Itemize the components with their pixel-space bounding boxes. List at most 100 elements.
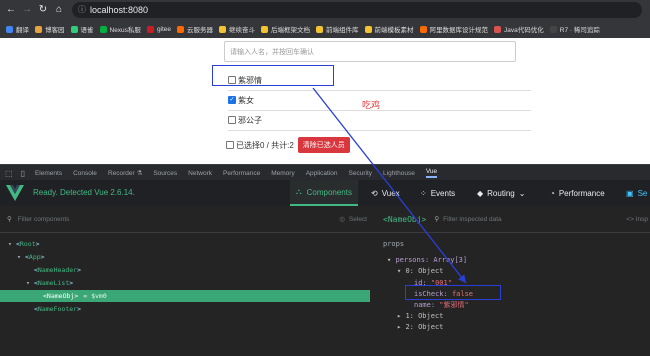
- bookmark-label: 后端框架文档: [271, 27, 311, 34]
- inspect-element-icon[interactable]: ⬚: [5, 169, 13, 178]
- bookmark-item[interactable]: 语雀: [70, 24, 94, 34]
- bookmark-item[interactable]: 前端组件库: [316, 24, 359, 34]
- person-item[interactable]: 邪公子: [228, 110, 531, 131]
- toggle-closed-icon: ▸: [397, 312, 402, 320]
- devtools-tab[interactable]: Network: [188, 170, 212, 177]
- bookmark-label: Java代码优化: [504, 27, 544, 34]
- bookmark-item[interactable]: 云服务器: [177, 24, 213, 34]
- inspector-filter[interactable]: <NameObj> ⚲ Filter inspected data <> Ins…: [377, 206, 650, 233]
- component-tree-item[interactable]: ▾ <Root>: [0, 238, 40, 250]
- highlight-box-ischeck: [405, 285, 501, 300]
- select-all-checkbox[interactable]: [226, 141, 234, 149]
- address-bar[interactable]: ⓘ localhost:8080: [72, 2, 642, 18]
- devtools-tab[interactable]: Recorder ⚗: [108, 169, 142, 177]
- tag-close-bracket: >: [77, 305, 81, 313]
- components-icon: ⛬: [296, 187, 302, 196]
- prop-object-2[interactable]: ▸ 2: Object: [397, 321, 443, 333]
- footer-summary: 已选择0 / 共计:2: [236, 140, 294, 150]
- devtools-tab[interactable]: Lighthouse: [383, 170, 415, 177]
- vue-logo-icon: [6, 185, 24, 201]
- highlight-box-item: [212, 65, 334, 86]
- events-icon: ⁘: [420, 188, 427, 198]
- components-filter-placeholder: Filter components: [17, 215, 70, 223]
- component-tree-item[interactable]: <NameObj> = $vm0: [0, 290, 370, 302]
- prop-object-0[interactable]: ▾ 0: Object: [397, 265, 443, 277]
- bookmark-item[interactable]: Nexus私服: [99, 24, 141, 34]
- bookmark-item[interactable]: Java代码优化: [494, 24, 544, 34]
- name-input[interactable]: 请输入人名，并按回车确认: [224, 41, 516, 62]
- devtools-tab[interactable]: Vue: [425, 168, 438, 178]
- devtools-tab[interactable]: Application: [306, 170, 338, 177]
- devtools-tab[interactable]: Console: [73, 170, 97, 177]
- bookmark-label: 阿里数据库设计规范: [429, 27, 489, 34]
- bookmark-label: 博客园: [45, 27, 65, 34]
- devtools-tab[interactable]: Performance: [223, 170, 260, 177]
- nav-performance[interactable]: ◔ Performance: [550, 180, 605, 206]
- devtools-tabbar: ⬚ ▯ Elements Console Recorder ⚗ Sources Netw…: [0, 164, 650, 181]
- person-name: 邪公子: [238, 115, 262, 125]
- target-icon: ◎: [339, 216, 345, 223]
- bookmark-icon: [261, 25, 269, 33]
- component-tree-item[interactable]: ▾ <App>: [0, 251, 45, 263]
- bookmark-label: 前端模板素材: [374, 27, 414, 34]
- inspect-dom-button[interactable]: <> Insp: [626, 216, 648, 223]
- nav-events[interactable]: ⁘ Events: [420, 180, 455, 206]
- toggle-open-icon[interactable]: ▾: [17, 251, 25, 263]
- bookmark-item[interactable]: R7 · 稀司追踪: [549, 24, 600, 34]
- devtools-tab[interactable]: Sources: [153, 170, 177, 177]
- bookmark-label: 前端组件库: [326, 27, 359, 34]
- devtools-tab[interactable]: Elements: [35, 170, 62, 177]
- nav-settings[interactable]: ▣ Se: [626, 180, 647, 206]
- browser-toolbar: ← → ↻ ⌂ ⓘ localhost:8080: [0, 0, 650, 20]
- component-name: App: [28, 253, 41, 261]
- chevron-down-icon: ⌄: [518, 188, 526, 198]
- component-name: NameFooter: [37, 305, 78, 313]
- nav-components[interactable]: ⛬ Components: [290, 180, 358, 206]
- bookmark-item[interactable]: 阿里数据库设计规范: [419, 24, 489, 34]
- bookmark-item[interactable]: gitee: [146, 25, 171, 33]
- nav-vuex[interactable]: ⟲ Vuex: [371, 180, 400, 206]
- toggle-open-icon[interactable]: ▾: [8, 238, 16, 250]
- footer: 已选择0 / 共计:2 清除已选人员: [226, 137, 350, 153]
- component-tree-item[interactable]: ▾ <NameList>: [0, 277, 73, 289]
- bookmark-label: 继续奋斗: [229, 27, 256, 34]
- select-component-button[interactable]: ◎ Select: [339, 215, 367, 224]
- devtools-tab[interactable]: Memory: [271, 170, 294, 177]
- tag-close-bracket: >: [77, 266, 81, 274]
- nav-routing[interactable]: ◆ Routing ⌄: [477, 180, 525, 206]
- bookmark-item[interactable]: 后端框架文档: [261, 24, 310, 34]
- device-toolbar-icon[interactable]: ▯: [21, 169, 25, 178]
- component-tree-item[interactable]: <NameFooter>: [0, 303, 81, 315]
- component-name: NameHeader: [37, 266, 78, 274]
- bookmark-label: R7 · 稀司追踪: [559, 27, 600, 34]
- components-filter[interactable]: ⚲ Filter components ◎ Select: [0, 206, 377, 233]
- settings-icon: ▣: [626, 188, 634, 198]
- back-icon[interactable]: ←: [4, 3, 18, 17]
- component-tree-item[interactable]: <NameHeader>: [0, 264, 81, 276]
- history-icon: ⟲: [371, 188, 378, 198]
- vue-devtools-header: Ready. Detected Vue 2.6.14. ⛬ Components…: [0, 180, 650, 207]
- annotation-text: 吃鸡: [362, 100, 381, 110]
- bookmark-item[interactable]: 前端模板素材: [364, 24, 414, 34]
- selected-component-name: <NameObj>: [383, 214, 427, 224]
- vue-status: Ready. Detected Vue 2.6.14.: [33, 188, 135, 197]
- home-icon[interactable]: ⌂: [52, 3, 66, 17]
- forward-icon[interactable]: →: [20, 3, 34, 17]
- toggle-open-icon[interactable]: ▾: [26, 277, 34, 289]
- web-page: 请输入人名，并按回车确认 紫邪情 ✓ 紫女 邪公子 吃鸡 已选择0 / 共计:2…: [0, 38, 650, 164]
- bookmark-icon: [219, 25, 227, 33]
- components-panel: ⚲ Filter components ◎ Select ▾ <Root> ▾ <Ap…: [0, 206, 378, 356]
- bookmark-item[interactable]: 翻译: [6, 24, 29, 34]
- reload-icon[interactable]: ↻: [36, 3, 50, 17]
- clear-selected-button[interactable]: 清除已选人员: [297, 137, 350, 153]
- devtools-tab[interactable]: Security: [349, 170, 372, 177]
- bookmark-label: 云服务器: [187, 27, 214, 34]
- bookmark-item[interactable]: 博客园: [35, 24, 65, 34]
- search-icon: ⚲: [434, 216, 440, 223]
- person-checkbox[interactable]: ✓: [228, 96, 236, 104]
- tag-close-bracket: >: [40, 253, 45, 261]
- bookmark-icon: [549, 25, 557, 33]
- bookmark-item[interactable]: 继续奋斗: [219, 24, 255, 34]
- name-input-placeholder: 请输入人名，并按回车确认: [230, 49, 314, 56]
- person-checkbox[interactable]: [228, 116, 236, 124]
